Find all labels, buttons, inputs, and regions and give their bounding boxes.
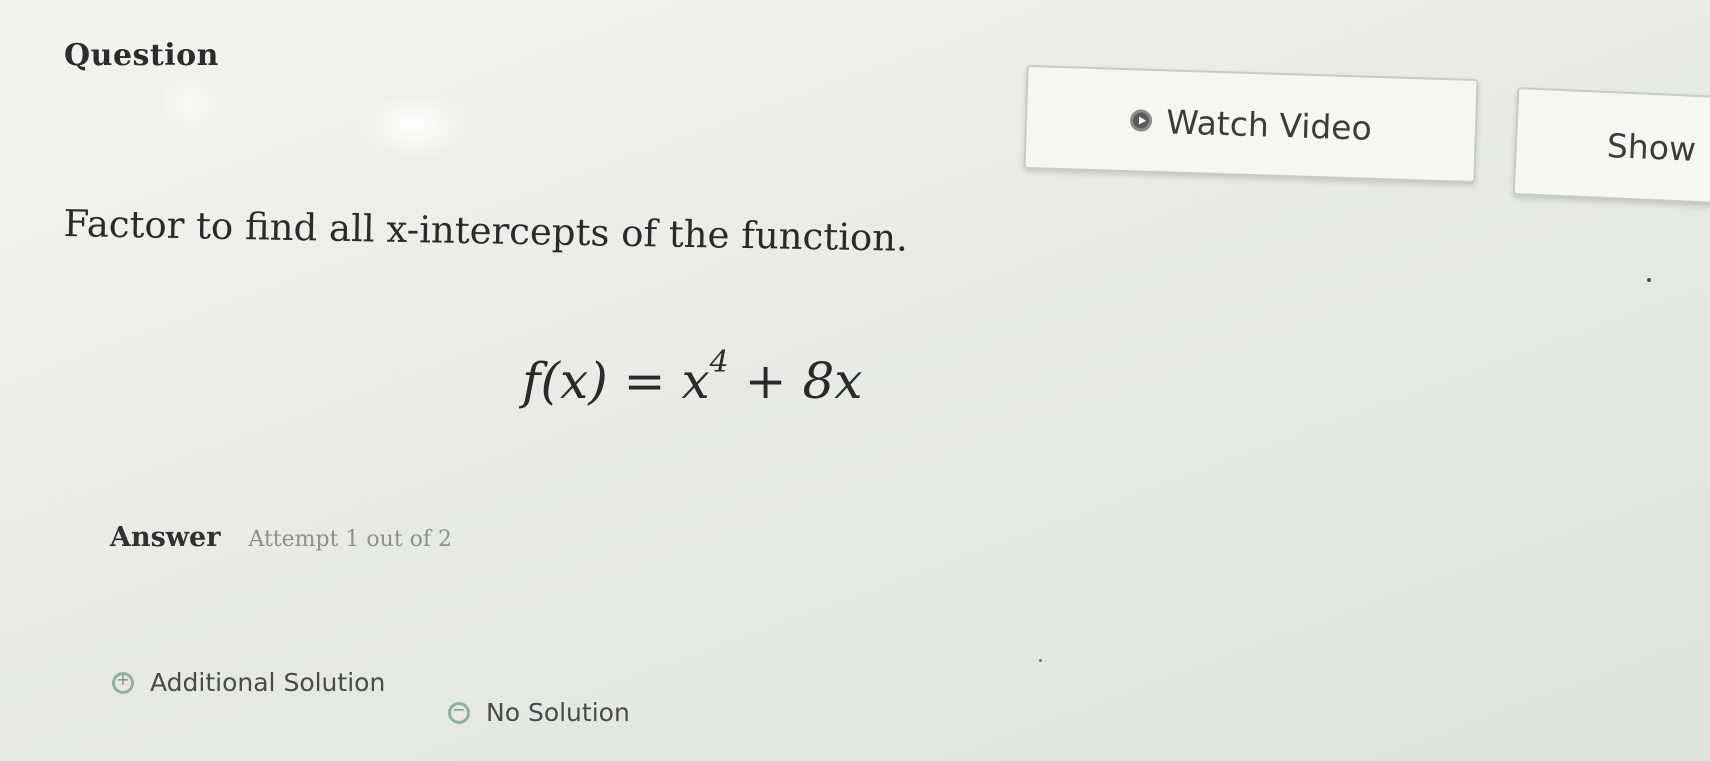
equation-lhs: f(x): [522, 352, 608, 410]
screen-speck: [1039, 659, 1042, 662]
question-title: Question: [64, 38, 219, 73]
additional-solution-button[interactable]: + Additional Solution: [112, 668, 385, 697]
screen-speck: [1647, 278, 1651, 282]
equation-term2: 8x: [802, 352, 863, 410]
plus-circle-icon: +: [112, 670, 134, 694]
screen-glare: [150, 70, 230, 140]
equation-term1-base: x: [681, 352, 710, 410]
show-button-label: Show: [1606, 125, 1697, 169]
equation-plus: +: [744, 352, 787, 410]
minus-circle-icon: −: [448, 700, 470, 724]
answer-header: Answer Attempt 1 out of 2: [110, 522, 452, 553]
function-equation: f(x) = x4 + 8x: [522, 345, 862, 410]
watch-video-label: Watch Video: [1165, 101, 1373, 148]
watch-video-button[interactable]: Watch Video: [1023, 64, 1479, 184]
no-solution-label: No Solution: [486, 698, 630, 727]
question-prompt: Factor to find all x-intercepts of the f…: [63, 202, 909, 260]
equation-term1-exponent: 4: [709, 345, 729, 380]
equation-equals: =: [623, 352, 666, 410]
show-button[interactable]: Show: [1512, 87, 1710, 205]
no-solution-button[interactable]: − No Solution: [448, 698, 630, 727]
screen-glare: [360, 90, 470, 160]
answer-label: Answer: [110, 522, 221, 553]
play-circle-icon: [1129, 109, 1153, 132]
additional-solution-label: Additional Solution: [150, 668, 386, 697]
attempt-counter: Attempt 1 out of 2: [248, 527, 453, 552]
